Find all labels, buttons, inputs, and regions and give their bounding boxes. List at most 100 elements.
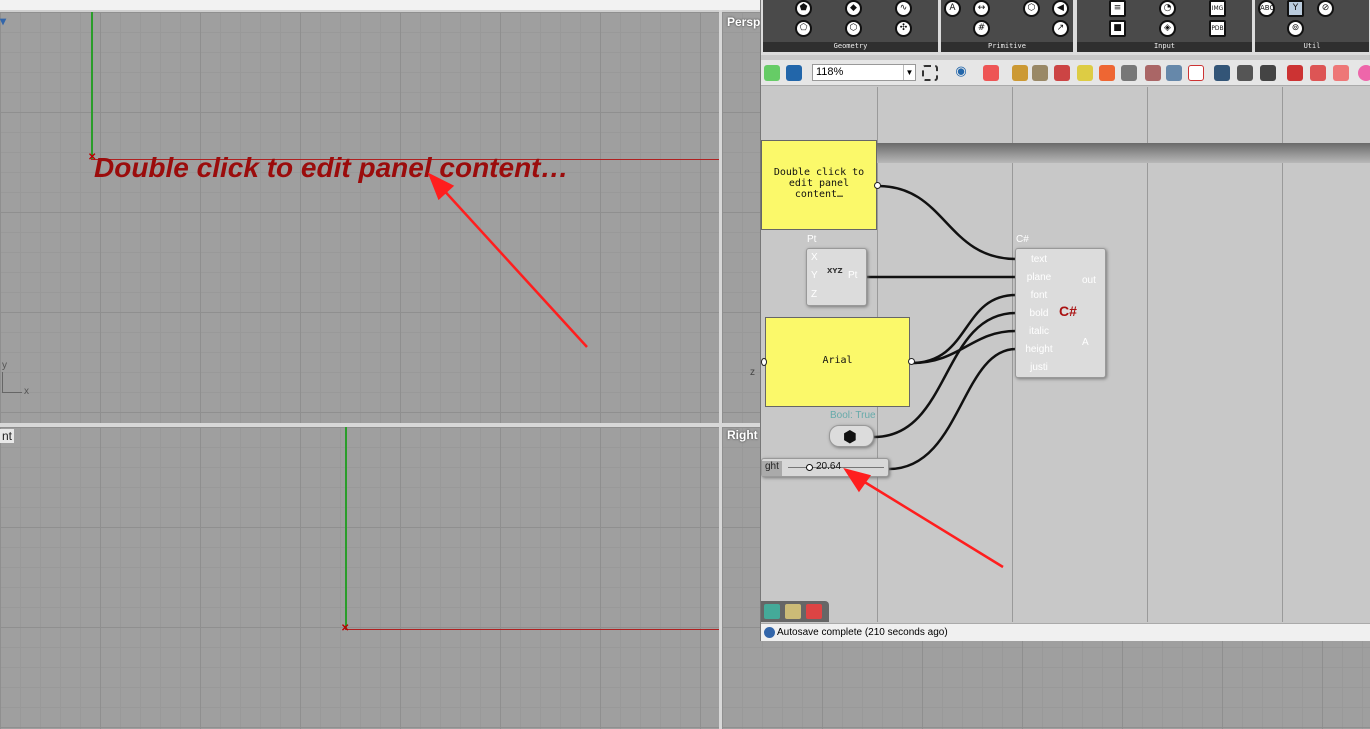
path-icon[interactable]: ↗ [1052,20,1069,37]
csharp-script-component[interactable]: text plane font bold italic height justi… [1015,248,1106,378]
pt-nickname: Pt [807,234,817,245]
ribbon-group-util: ABC Y ⊘ ⊚ Util [1255,0,1369,52]
font-panel[interactable]: Arial [765,317,910,407]
gradient-icon[interactable]: ◈ [1159,20,1176,37]
front-origin-marker: ✕ [341,623,350,634]
viewport-perspective[interactable]: Perspe z [722,12,762,423]
pt-input-y[interactable]: Y [811,270,818,281]
ribbon-label-util: Util [1255,42,1369,52]
cluster-icon[interactable]: ⊚ [1287,20,1304,37]
matrix-icon[interactable]: # [973,20,990,37]
font-panel-input-grip[interactable] [761,358,767,366]
gh-canvas[interactable]: Double click to edit panel content… Pt X… [761,87,1370,622]
zoom-select[interactable]: 118% ▼ [812,64,916,81]
csharp-input-height[interactable]: height [1020,341,1058,359]
slider-value: 20.64 [816,461,842,472]
csharp-output-out[interactable]: out [1082,275,1096,286]
number-slider[interactable]: ght 20.64 [761,458,889,477]
geometry-icon-3[interactable]: ∿ [895,0,912,17]
pdb-icon[interactable]: PDB [1209,20,1226,37]
ribbon-group-input: ≡ ◔ IMG ■ ◈ PDB Input [1077,0,1252,52]
csharp-input-bold[interactable]: bold [1020,305,1058,323]
csharp-input-plane[interactable]: plane [1020,269,1058,287]
viewport-front[interactable]: nt ✕ [0,427,719,729]
geometry-icon-2[interactable]: ◆ [845,0,862,17]
xyz-icon: XYZ [827,267,843,275]
status-bar: Autosave complete (210 seconds ago) [761,623,1370,641]
axis-label-z: z [750,367,755,378]
font-panel-output-grip[interactable] [908,358,915,365]
text-origin-marker: ✕ [88,152,97,163]
geometry-icon-4[interactable]: ⬠ [795,20,812,37]
viewport-top-label[interactable]: ▾ [0,14,6,28]
tool-icon-7[interactable] [1145,65,1161,81]
widget-icon-1[interactable] [764,604,780,619]
panel-icon[interactable]: ≡ [1109,0,1126,17]
tool-icon-14[interactable] [1333,65,1349,81]
csharp-input-text[interactable]: text [1020,251,1058,269]
tool-icon-8[interactable] [1166,65,1182,81]
csharp-input-justi[interactable]: justi [1020,359,1058,377]
image-icon[interactable]: IMG [1209,0,1226,17]
csharp-input-italic[interactable]: italic [1020,323,1058,341]
ribbon-label-primitive: Primitive [941,42,1073,52]
ribbon-group-geometry: ⬟ ◆ ∿ ⬠ ⬡ ✣ Geometry [763,0,938,52]
tool-icon-2[interactable] [1032,65,1048,81]
tool-icon-10[interactable] [1237,65,1253,81]
tool-icon-11[interactable] [1260,65,1276,81]
csharp-input-font[interactable]: font [1020,287,1058,305]
axis-widget-x [2,392,22,393]
pt-output[interactable]: Pt [848,270,857,281]
pt-input-x[interactable]: X [811,252,818,263]
save-icon[interactable] [786,65,802,81]
text-panel[interactable]: Double click to edit panel content… [761,140,877,230]
tool-icon-12[interactable] [1287,65,1303,81]
y-icon[interactable]: Y [1287,0,1304,17]
viewport-top[interactable]: ▾ y x [0,12,719,423]
zoom-extents-icon[interactable] [922,65,938,81]
swatch-icon[interactable]: ■ [1109,20,1126,37]
boolean-toggle[interactable]: ⬢ [829,425,874,447]
abc-icon[interactable]: ABC [1258,0,1275,17]
tool-icon-5[interactable] [1099,65,1115,81]
front-x-axis [345,629,719,630]
tool-icon-3[interactable] [1054,65,1070,81]
open-icon[interactable] [764,65,780,81]
tool-icon-13[interactable] [1310,65,1326,81]
geometry-icon-5[interactable]: ⬡ [845,20,862,37]
construct-point-component[interactable]: X Y Z XYZ Pt [806,248,867,306]
pt-input-z[interactable]: Z [811,289,817,300]
clock-icon[interactable]: ◔ [1159,0,1176,17]
param-icon[interactable]: ◀ [1052,0,1069,17]
sketch-icon[interactable] [983,65,999,81]
ribbon-group-primitive: A ↔ ⬡ ◀ # ↗ Primitive [941,0,1073,52]
status-icon [764,627,775,638]
viewport-perspective-label[interactable]: Perspe [727,15,762,29]
widget-icon-2[interactable] [785,604,801,619]
viewport-vsplit[interactable] [719,10,722,729]
text-preview: Double click to edit panel content… [94,152,569,183]
tool-icon-1[interactable] [1012,65,1028,81]
text-panel-output-grip[interactable] [874,182,881,189]
canvas-widget-bar [761,601,829,622]
ui-icon[interactable] [1188,65,1204,81]
csharp-output-a[interactable]: A [1082,337,1089,348]
text-panel-content: Double click to edit panel content… [773,167,865,200]
timer-icon[interactable]: ⊘ [1317,0,1334,17]
tool-icon-9[interactable] [1214,65,1230,81]
tool-icon-15[interactable] [1358,65,1370,81]
viewport-front-label[interactable]: nt [0,429,15,443]
viewport-right-label[interactable]: Right [727,428,758,442]
domain-icon[interactable]: ↔ [973,0,990,17]
geometry-icon-6[interactable]: ✣ [895,20,912,37]
text-param-icon[interactable]: A [944,0,961,17]
grasshopper-window: ⬟ ◆ ∿ ⬠ ⬡ ✣ Geometry A ↔ ⬡ ◀ # ↗ Primiti… [760,0,1370,641]
wire-italic [910,329,1017,365]
widget-icon-3[interactable] [806,604,822,619]
tool-icon-4[interactable] [1077,65,1093,81]
geometry-icon-1[interactable]: ⬟ [795,0,812,17]
tool-icon-6[interactable] [1121,65,1137,81]
slider-handle[interactable] [806,464,813,471]
shape-icon[interactable]: ⬡ [1023,0,1040,17]
preview-eye-icon[interactable]: ◉ [953,65,969,81]
